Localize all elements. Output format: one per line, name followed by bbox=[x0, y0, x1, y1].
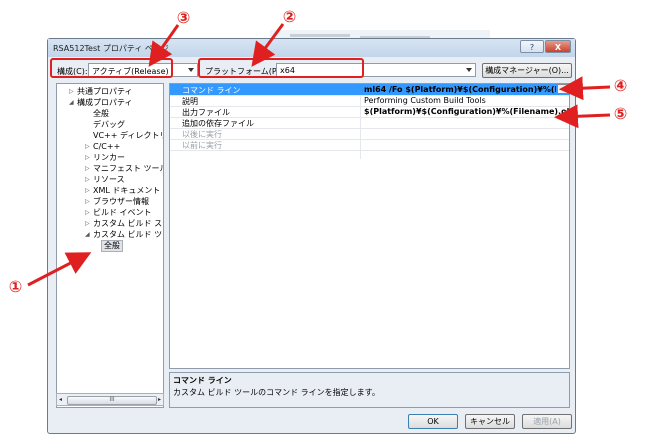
annotation-number-1: ① bbox=[8, 277, 23, 296]
annotation-number-4: ④ bbox=[613, 76, 628, 95]
arrow-3 bbox=[148, 24, 180, 67]
arrow-4 bbox=[559, 76, 611, 101]
annotation-number-3: ③ bbox=[176, 8, 191, 27]
arrow-1 bbox=[27, 252, 92, 287]
annotation-number-5: ⑤ bbox=[613, 104, 628, 123]
arrow-2 bbox=[251, 23, 285, 67]
annotation-number-2: ② bbox=[282, 7, 297, 26]
arrow-5 bbox=[554, 104, 611, 129]
annotation-arrows bbox=[27, 23, 611, 287]
